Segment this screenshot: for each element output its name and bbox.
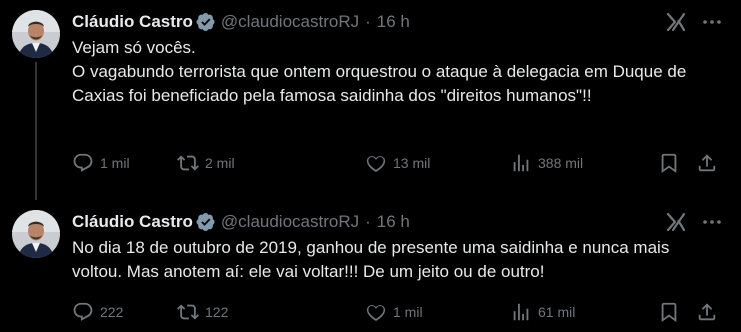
share-button[interactable] <box>696 151 718 175</box>
profile-photo-icon <box>12 10 60 58</box>
tweet[interactable]: Cláudio Castro @claudiocastroRJ · 16 h N… <box>0 200 741 332</box>
bar-chart-icon <box>513 303 529 321</box>
tweet-text: Vejam só vocês. O vagabundo terrorista q… <box>72 36 712 108</box>
grok-icon[interactable] <box>664 210 688 234</box>
reply-count: 222 <box>100 304 124 320</box>
share-icon <box>698 303 716 321</box>
verified-badge-icon[interactable] <box>196 12 216 32</box>
repost-icon <box>177 155 199 171</box>
reply-icon <box>73 302 93 321</box>
tweet-actions: 222 122 1 mil 61 mil <box>72 300 732 324</box>
author-avatar[interactable] <box>12 210 60 258</box>
separator-dot: · <box>365 212 371 231</box>
tweet-text: No dia 18 de outubro de 2019, ganhou de … <box>72 236 712 284</box>
repost-button[interactable]: 2 mil <box>177 151 235 175</box>
tweet-text-line: No dia 18 de outubro de 2019, ganhou de … <box>72 238 670 281</box>
author-handle[interactable]: @claudiocastroRJ <box>221 212 359 232</box>
bookmark-button[interactable] <box>658 151 680 175</box>
repost-icon <box>177 304 199 320</box>
grok-icon[interactable] <box>664 10 688 34</box>
views-button[interactable]: 388 mil <box>510 151 583 175</box>
heart-icon <box>366 305 386 321</box>
author-avatar[interactable] <box>12 10 60 58</box>
tweet-header: Cláudio Castro @claudiocastroRJ · 16 h <box>72 11 410 33</box>
more-options-icon[interactable] <box>700 210 724 234</box>
author-name[interactable]: Cláudio Castro <box>72 12 193 32</box>
heart-icon <box>366 156 386 172</box>
timestamp[interactable]: 16 h <box>377 212 410 232</box>
thread-connector-line <box>35 62 37 200</box>
bookmark-icon <box>661 153 677 174</box>
views-button[interactable]: 61 mil <box>510 300 575 324</box>
share-icon <box>698 154 716 172</box>
repost-count: 122 <box>205 304 229 320</box>
bookmark-icon <box>661 302 677 323</box>
views-count: 388 mil <box>538 155 584 171</box>
author-handle[interactable]: @claudiocastroRJ <box>221 12 359 32</box>
tweet[interactable]: Cláudio Castro @claudiocastroRJ · 16 h V… <box>0 0 741 200</box>
like-button[interactable]: 13 mil <box>365 151 430 175</box>
reply-button[interactable]: 222 <box>72 300 123 324</box>
repost-button[interactable]: 122 <box>177 300 228 324</box>
reply-count: 1 mil <box>100 155 130 171</box>
author-name[interactable]: Cláudio Castro <box>72 212 193 232</box>
separator-dot: · <box>365 12 371 31</box>
reply-icon <box>73 153 93 172</box>
like-button[interactable]: 1 mil <box>365 300 423 324</box>
tweet-header: Cláudio Castro @claudiocastroRJ · 16 h <box>72 211 410 233</box>
more-options-icon[interactable] <box>700 10 724 34</box>
tweet-actions: 1 mil 2 mil 13 mil 388 mil <box>72 151 732 175</box>
like-count: 13 mil <box>393 155 431 171</box>
tweet-text-line: O vagabundo terrorista que ontem orquest… <box>72 62 687 105</box>
share-button[interactable] <box>696 300 718 324</box>
timestamp[interactable]: 16 h <box>377 12 410 32</box>
bookmark-button[interactable] <box>658 300 680 324</box>
views-count: 61 mil <box>538 304 576 320</box>
reply-button[interactable]: 1 mil <box>72 151 130 175</box>
profile-photo-icon <box>12 210 60 258</box>
verified-badge-icon[interactable] <box>196 212 216 232</box>
repost-count: 2 mil <box>205 155 235 171</box>
like-count: 1 mil <box>393 304 423 320</box>
tweet-text-line: Vejam só vocês. <box>72 38 196 57</box>
bar-chart-icon <box>513 154 529 172</box>
